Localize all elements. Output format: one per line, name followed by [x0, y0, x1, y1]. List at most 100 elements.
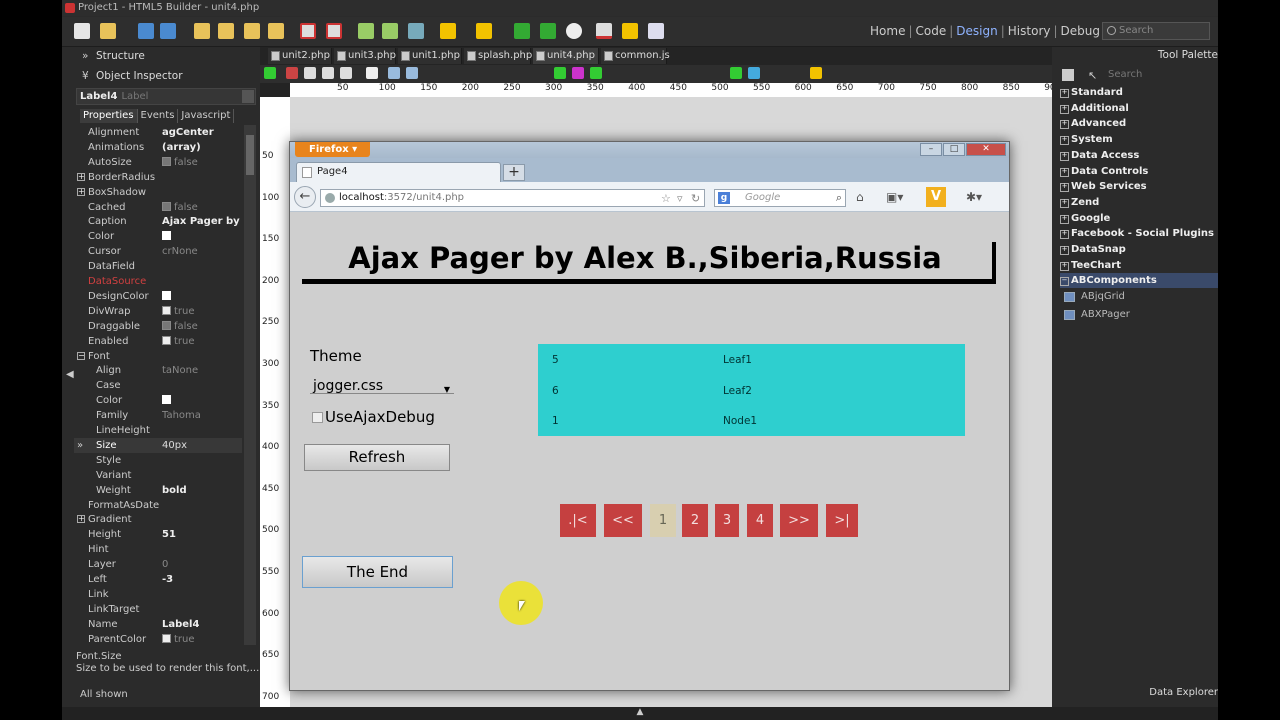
- step-over-icon[interactable]: [514, 23, 530, 39]
- globe-icon[interactable]: [566, 23, 582, 39]
- structure-panel-header[interactable]: » Structure: [62, 47, 260, 65]
- property-value[interactable]: 0: [162, 557, 242, 572]
- use-ajax-debug-checkbox[interactable]: UseAjaxDebug: [312, 409, 435, 425]
- property-value[interactable]: false: [162, 319, 242, 334]
- history-link[interactable]: History: [1008, 24, 1051, 38]
- doc-tab[interactable]: unit3.php: [334, 48, 396, 64]
- cut-icon[interactable]: [286, 67, 298, 79]
- palette-category[interactable]: Data Access: [1060, 148, 1218, 163]
- checklist-icon[interactable]: [648, 23, 664, 39]
- paste-icon[interactable]: [322, 67, 334, 79]
- new-tab-button[interactable]: +: [503, 164, 525, 181]
- doc-tab[interactable]: unit2.php: [268, 48, 332, 64]
- back-arrow-icon[interactable]: ←: [294, 186, 316, 208]
- property-row[interactable]: AutoSize false: [74, 155, 242, 170]
- property-value[interactable]: 51: [162, 527, 242, 542]
- property-value[interactable]: true: [162, 334, 242, 349]
- reload-icon[interactable]: ↻: [691, 191, 700, 207]
- property-row[interactable]: Hint: [74, 542, 242, 557]
- search-icon[interactable]: ⌕: [836, 190, 842, 206]
- tab-events[interactable]: Events: [138, 109, 179, 123]
- property-row[interactable]: Color: [74, 229, 242, 244]
- property-value[interactable]: (array): [162, 140, 242, 155]
- window-icon[interactable]: [408, 23, 424, 39]
- refresh-icon[interactable]: [264, 67, 276, 79]
- property-row[interactable]: Enabled true: [74, 334, 242, 349]
- property-value[interactable]: Tahoma: [162, 408, 242, 423]
- property-row[interactable]: Weight bold: [74, 483, 242, 498]
- property-row[interactable]: FormatAsDate: [74, 498, 242, 513]
- property-checkbox[interactable]: [162, 320, 171, 330]
- expand-icon[interactable]: +: [77, 187, 85, 196]
- bookmark-star-icon[interactable]: ☆: [661, 191, 671, 207]
- scrollbar-thumb[interactable]: [246, 135, 254, 175]
- property-row[interactable]: DivWrap true: [74, 304, 242, 319]
- property-value[interactable]: crNone: [162, 244, 242, 259]
- folder-icon[interactable]: [218, 23, 234, 39]
- property-checkbox[interactable]: [162, 633, 171, 643]
- add-folder-icon[interactable]: [244, 23, 260, 39]
- property-value[interactable]: taNone: [162, 363, 242, 378]
- property-value[interactable]: -3: [162, 572, 242, 587]
- select-all-icon[interactable]: [366, 67, 378, 79]
- property-row[interactable]: ParentColor true: [74, 632, 242, 645]
- palette-category[interactable]: Facebook - Social Plugins: [1060, 226, 1218, 241]
- add-component-icon[interactable]: [572, 67, 584, 79]
- property-value[interactable]: [162, 393, 242, 408]
- property-value[interactable]: bold: [162, 483, 242, 498]
- property-row[interactable]: Align taNone: [74, 363, 242, 378]
- property-value[interactable]: Label4: [162, 617, 242, 632]
- align-text-icon[interactable]: [406, 67, 418, 79]
- design-link[interactable]: Design: [956, 24, 997, 38]
- export-icon[interactable]: [382, 23, 398, 39]
- property-row[interactable]: Layer 0: [74, 557, 242, 572]
- property-checkbox[interactable]: [162, 335, 171, 345]
- palette-component[interactable]: ABjqGrid: [1064, 289, 1214, 305]
- save-all-icon[interactable]: [160, 23, 176, 39]
- search-engine-input[interactable]: g Google ⌕: [714, 189, 846, 207]
- object-inspector-header[interactable]: ¥ Object Inspector: [62, 67, 260, 85]
- delete-icon[interactable]: [340, 67, 352, 79]
- pager-button[interactable]: >|: [826, 504, 858, 537]
- palette-category[interactable]: Additional: [1060, 101, 1218, 116]
- property-row[interactable]: Draggable false: [74, 319, 242, 334]
- doc-tab[interactable]: splash.php: [464, 48, 532, 64]
- maximize-icon[interactable]: □: [943, 143, 965, 156]
- property-value[interactable]: [162, 229, 242, 244]
- new-file-icon[interactable]: [74, 23, 90, 39]
- property-checkbox[interactable]: [162, 156, 171, 166]
- pager-button[interactable]: <<: [604, 504, 642, 537]
- settings-icon[interactable]: [590, 67, 602, 79]
- theme-select[interactable]: jogger.css ▼: [310, 375, 454, 394]
- export-html-icon[interactable]: [730, 67, 742, 79]
- property-value[interactable]: false: [162, 200, 242, 215]
- property-row[interactable]: Variant: [74, 468, 242, 483]
- property-checkbox[interactable]: [162, 231, 171, 241]
- property-value[interactable]: true: [162, 632, 242, 645]
- add-icon[interactable]: [554, 67, 566, 79]
- browser-tab-page4[interactable]: Page4: [296, 162, 501, 182]
- remove-folder-icon[interactable]: [268, 23, 284, 39]
- property-row[interactable]: LinkTarget: [74, 602, 242, 617]
- copy-icon[interactable]: [304, 67, 316, 79]
- property-row[interactable]: LineHeight: [74, 423, 242, 438]
- expand-up-icon[interactable]: ▲: [637, 707, 644, 717]
- code-link[interactable]: Code: [916, 24, 947, 38]
- debug-link[interactable]: Debug: [1061, 24, 1100, 38]
- close-all-icon[interactable]: [326, 23, 342, 39]
- palette-category[interactable]: DataSnap: [1060, 242, 1218, 257]
- property-row[interactable]: Family Tahoma: [74, 408, 242, 423]
- property-row[interactable]: Caption Ajax Pager by Alex B.,Siberia,Rus…: [74, 214, 242, 229]
- pager-button[interactable]: 1: [650, 504, 676, 537]
- expand-icon[interactable]: +: [77, 515, 85, 524]
- grid-row[interactable]: 6 Leaf2: [538, 376, 965, 406]
- url-dropdown-icon[interactable]: ▿: [677, 191, 683, 207]
- property-checkbox[interactable]: [162, 395, 171, 405]
- property-checkbox[interactable]: [162, 290, 171, 300]
- firefox-menu-button[interactable]: Firefox ▾: [295, 142, 370, 157]
- property-row[interactable]: + Gradient: [74, 512, 242, 527]
- property-row[interactable]: Case: [74, 378, 242, 393]
- property-row[interactable]: Cached false: [74, 200, 242, 215]
- home-icon[interactable]: ⌂: [856, 190, 864, 204]
- addon-icon[interactable]: ✱▾: [966, 190, 982, 204]
